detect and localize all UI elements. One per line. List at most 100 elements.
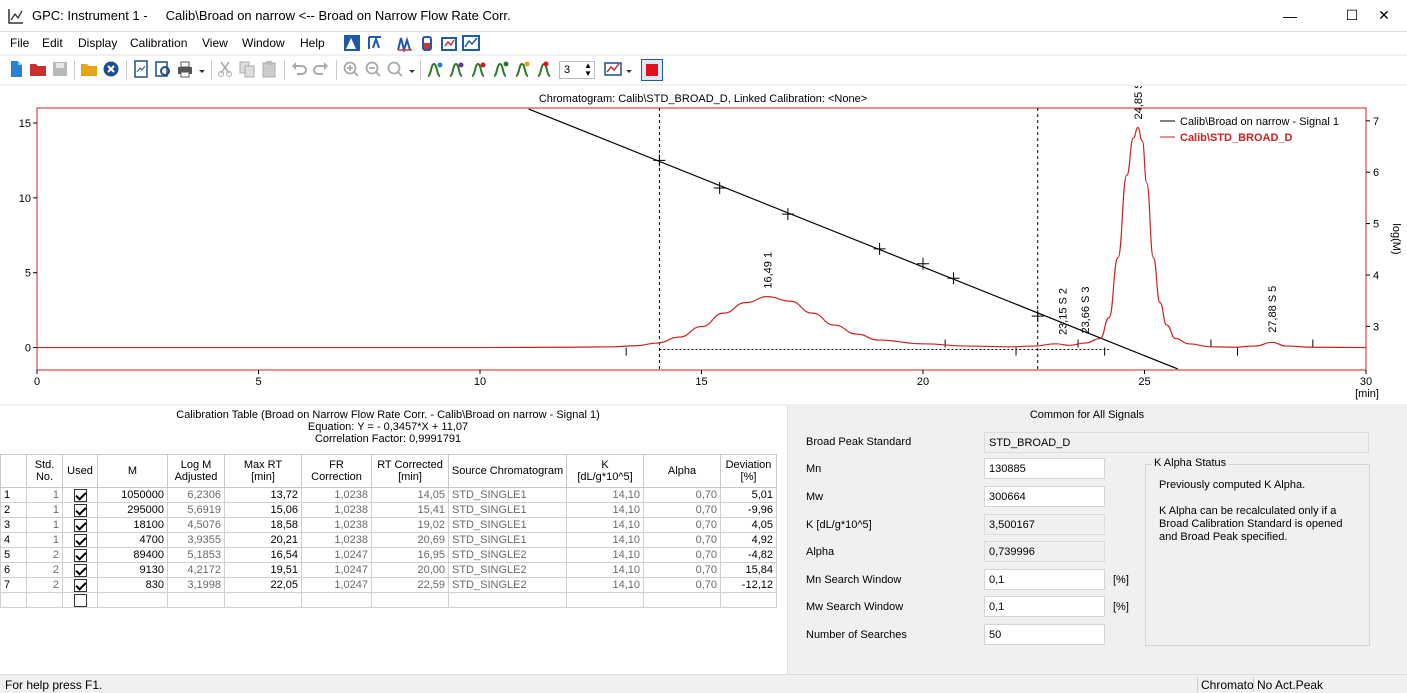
cell-rownum[interactable]: 5 (0, 547, 27, 563)
cell-rownum[interactable]: 3 (0, 517, 27, 533)
cell-rt-corrected[interactable]: 20,69 (371, 532, 449, 548)
cell-k[interactable]: 14,10 (566, 577, 644, 593)
number-of-searches-field[interactable]: 50 (984, 624, 1105, 645)
method-mode-icon[interactable] (366, 34, 384, 52)
cell-log-m-adjusted[interactable]: 4,5076 (167, 517, 225, 533)
cell-k[interactable]: 14,10 (566, 502, 644, 518)
cell-k[interactable]: 14,10 (566, 547, 644, 563)
calibration-table[interactable]: Std. No. Used M Log M Adjusted Max RT [min] FR C… (0, 454, 777, 608)
cell-max-rt[interactable]: 22,05 (224, 577, 302, 593)
zoom-in-icon[interactable] (342, 60, 360, 78)
copy-icon[interactable] (238, 60, 256, 78)
close-button[interactable]: ✕ (1361, 0, 1407, 31)
cell-rt-corrected[interactable] (371, 592, 449, 608)
col-header-source-chromatogram[interactable]: Source Chromatogram (448, 454, 567, 488)
cell-k[interactable]: 14,10 (566, 517, 644, 533)
cell-deviation[interactable]: 4,92 (720, 532, 777, 548)
used-checkbox[interactable] (73, 503, 87, 517)
cell-rownum[interactable] (0, 592, 27, 608)
col-header-std-no[interactable]: Std. No. (26, 454, 63, 488)
zoom-dropdown-icon[interactable] (407, 60, 417, 78)
col-header-m[interactable]: M (97, 454, 168, 488)
cell-source-chromatogram[interactable]: STD_SINGLE1 (448, 487, 567, 503)
table-row[interactable]: 6 2 9130 4,2172 19,51 1,0247 20,00 STD_SINGLE2 1… (0, 562, 777, 578)
table-row[interactable]: 7 2 830 3,1998 22,05 1,0247 22,59 STD_SINGLE2 14… (0, 577, 777, 593)
cell-m[interactable]: 4700 (97, 532, 168, 548)
cell-m[interactable]: 295000 (97, 502, 168, 518)
cell-deviation[interactable]: -12,12 (720, 577, 777, 593)
table-row[interactable]: 2 1 295000 5,6919 15,06 1,0238 15,41 STD_SINGLE… (0, 502, 777, 518)
cell-m[interactable]: 1050000 (97, 487, 168, 503)
cell-deviation[interactable]: 4,05 (720, 517, 777, 533)
col-header-log-m-adjusted[interactable]: Log M Adjusted (167, 454, 225, 488)
col-header-fr-correction[interactable]: FR Correction (301, 454, 372, 488)
stop-button[interactable] (641, 59, 663, 81)
mn-field[interactable]: 130885 (984, 458, 1105, 479)
mw-field[interactable]: 300664 (984, 486, 1105, 507)
cell-deviation[interactable]: 15,84 (720, 562, 777, 578)
cell-alpha[interactable] (643, 592, 721, 608)
cell-source-chromatogram[interactable]: STD_SINGLE1 (448, 517, 567, 533)
redo-icon[interactable] (312, 60, 330, 78)
cell-source-chromatogram[interactable]: STD_SINGLE1 (448, 532, 567, 548)
col-header-k[interactable]: K [dL/g*10^5] (566, 454, 644, 488)
chromatogram-window-icon[interactable] (462, 34, 480, 52)
overlay-icon[interactable] (604, 60, 622, 78)
cell-alpha[interactable]: 0,70 (643, 517, 721, 533)
table-row[interactable]: 1 1 1050000 6,2306 13,72 1,0238 14,05 STD_SINGL… (0, 487, 777, 503)
used-checkbox[interactable] (73, 563, 87, 577)
close-circle-icon[interactable] (102, 60, 120, 78)
cell-alpha[interactable]: 0,70 (643, 532, 721, 548)
cell-log-m-adjusted[interactable]: 3,9355 (167, 532, 225, 548)
peak-tool-1-icon[interactable] (426, 60, 444, 78)
cell-log-m-adjusted[interactable]: 5,6919 (167, 502, 225, 518)
peaks-icon[interactable] (396, 34, 414, 52)
cell-source-chromatogram[interactable]: STD_SINGLE2 (448, 547, 567, 563)
cell-rt-corrected[interactable]: 14,05 (371, 487, 449, 503)
cell-max-rt[interactable]: 18,58 (224, 517, 302, 533)
cell-fr-correction[interactable]: 1,0238 (301, 502, 372, 518)
cell-max-rt[interactable]: 15,06 (224, 502, 302, 518)
menu-edit[interactable]: Edit (42, 36, 63, 50)
menu-window[interactable]: Window (242, 36, 285, 50)
menu-calibration[interactable]: Calibration (130, 36, 187, 50)
cell-fr-correction[interactable]: 1,0238 (301, 487, 372, 503)
cell-rownum[interactable]: 7 (0, 577, 27, 593)
cut-icon[interactable] (216, 60, 234, 78)
overlay-dropdown-icon[interactable] (624, 60, 634, 78)
zoom-icon[interactable] (386, 60, 404, 78)
cell-fr-correction[interactable]: 1,0247 (301, 547, 372, 563)
cell-rownum[interactable]: 4 (0, 532, 27, 548)
cell-rt-corrected[interactable]: 22,59 (371, 577, 449, 593)
col-header-rownum[interactable] (0, 454, 27, 488)
cell-fr-correction[interactable] (301, 592, 372, 608)
vial-icon[interactable] (418, 34, 436, 52)
cell-source-chromatogram[interactable]: STD_SINGLE2 (448, 562, 567, 578)
cell-rt-corrected[interactable]: 15,41 (371, 502, 449, 518)
cell-std-no[interactable]: 2 (26, 547, 63, 563)
cell-k[interactable]: 14,10 (566, 487, 644, 503)
cell-k[interactable]: 14,10 (566, 562, 644, 578)
undo-icon[interactable] (290, 60, 308, 78)
cell-rt-corrected[interactable]: 16,95 (371, 547, 449, 563)
cell-source-chromatogram[interactable]: STD_SINGLE1 (448, 502, 567, 518)
cell-rownum[interactable]: 6 (0, 562, 27, 578)
cell-rt-corrected[interactable]: 19,02 (371, 517, 449, 533)
cell-m[interactable] (97, 592, 168, 608)
menu-help[interactable]: Help (300, 36, 325, 50)
cell-max-rt[interactable]: 13,72 (224, 487, 302, 503)
cell-deviation[interactable]: 5,01 (720, 487, 777, 503)
new-icon[interactable] (7, 60, 25, 78)
open-folder-icon[interactable] (80, 60, 98, 78)
minimize-button[interactable]: — (1267, 0, 1313, 31)
cell-std-no[interactable] (26, 592, 63, 608)
mw-search-window-field[interactable]: 0,1 (984, 596, 1105, 617)
cell-alpha[interactable]: 0,70 (643, 577, 721, 593)
cell-fr-correction[interactable]: 1,0247 (301, 562, 372, 578)
paste-icon[interactable] (260, 60, 278, 78)
cell-rownum[interactable]: 1 (0, 487, 27, 503)
col-header-max-rt[interactable]: Max RT [min] (224, 454, 302, 488)
cell-log-m-adjusted[interactable] (167, 592, 225, 608)
cell-max-rt[interactable] (224, 592, 302, 608)
cell-alpha[interactable]: 0,70 (643, 562, 721, 578)
